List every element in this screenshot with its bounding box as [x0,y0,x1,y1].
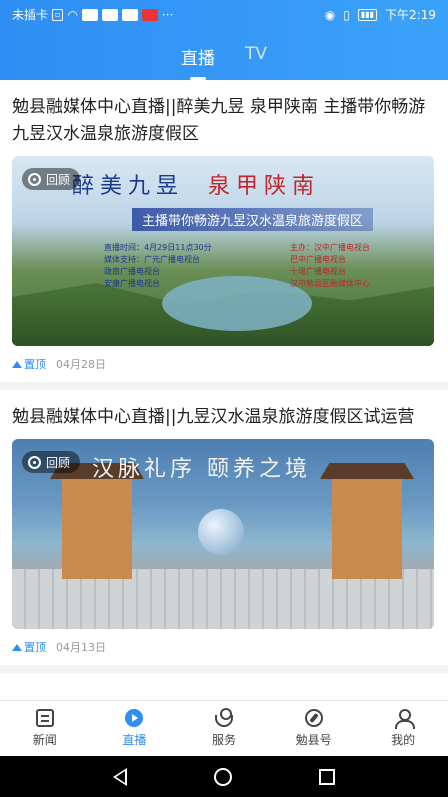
nav-live[interactable]: 直播 [90,701,180,756]
replay-badge: 回顾 [22,168,81,190]
app-notification-icon [101,8,118,21]
compass-icon [304,709,323,727]
info-line: 陇南广播电视台 [104,267,160,276]
replay-icon [28,172,41,186]
more-notifications-icon: ··· [161,7,174,22]
feed-card[interactable]: 勉县融媒体中心直播||醉美九昱 泉甲陕南 主播带你畅游九昱汉水温泉旅游度假区 醉… [0,80,448,390]
wifi-icon: ◠ [67,7,78,22]
card-thumbnail[interactable]: 醉美九昱 泉甲陕南 主播带你畅游九昱汉水温泉旅游度假区 直播时间：4月29日11点… [12,156,434,346]
nav-label: 服务 [211,733,236,747]
app-notification-icon [121,8,138,21]
battery-icon: ▮▮▮ [357,8,378,21]
nav-label: 勉县号 [295,733,332,747]
pinned-label: 置顶 [24,641,46,654]
info-line: 十堰广播电视台 [290,267,346,276]
tab-live[interactable]: 直播 [179,40,217,80]
user-icon [394,709,416,729]
carrier-text: 未插卡 [12,8,49,22]
nav-me[interactable]: 我的 [358,701,448,756]
feed-card[interactable]: 勉县融媒体中心直播||九昱汉水温泉旅游度假区试运营 汉脉礼序 颐养之境 回顾 置… [0,390,448,673]
pinned-tag: 置顶 [12,356,46,372]
clock-text: 下午2:19 [385,8,436,22]
eye-icon: ◉ [324,7,336,22]
nav-label: 新闻 [32,733,57,747]
info-line: 主办：汉中广播电视台 [290,243,370,252]
info-line: 媒体支持：广元广播电视台 [104,255,200,264]
status-left: 未插卡 ▫ ◠ ··· [12,6,173,23]
banner-info-right: 主办：汉中广播电视台 巴中广播电视台 十堰广播电视台 汉中勉县区融媒体中心 [290,242,370,290]
nav-county-accounts[interactable]: 勉县号 [269,701,359,756]
card-date: 04月13日 [56,641,106,654]
card-thumbnail[interactable]: 汉脉礼序 颐养之境 回顾 [12,439,434,629]
card-title[interactable]: 勉县融媒体中心直播||九昱汉水温泉旅游度假区试运营 [12,404,436,431]
vibrate-icon: ▯ [343,7,350,22]
pin-arrow-icon [12,360,22,368]
banner-headline: 醉美九昱 泉甲陕南 [72,168,320,200]
nav-service[interactable]: 服务 [179,701,269,756]
service-icon [214,708,233,727]
replay-label: 回顾 [46,455,71,470]
status-bar: 未插卡 ▫ ◠ ··· ◉ ▯ ▮▮▮ 下午2:19 [0,0,448,28]
gate-tower-right [332,479,402,579]
pin-arrow-icon [12,643,22,651]
nav-news[interactable]: 新闻 [0,701,90,756]
banner-subtitle: 主播带你畅游九昱汉水温泉旅游度假区 [132,208,374,231]
pinned-tag: 置顶 [12,639,46,655]
system-nav-bar [0,756,448,797]
live-icon [125,709,144,727]
banner-headline-right: 泉甲陕南 [208,174,321,199]
banner-headline: 汉脉礼序 颐养之境 [92,457,311,482]
glass-sphere [198,509,244,555]
recent-apps-icon[interactable] [318,768,335,785]
sim-icon: ▫ [52,8,64,21]
app-header: 未插卡 ▫ ◠ ··· ◉ ▯ ▮▮▮ 下午2:19 直播 TV [0,0,448,80]
card-meta: 置顶 04月13日 [12,639,436,655]
tab-tv[interactable]: TV [243,40,269,76]
top-tabs: 直播 TV [0,40,448,80]
banner-info-left: 直播时间：4月29日11点30分 媒体支持：广元广播电视台 陇南广播电视台 安康… [104,242,212,290]
news-icon [35,709,54,727]
nav-label: 直播 [122,733,147,747]
banner-headline-left: 醉美九昱 [72,174,185,199]
pinned-label: 置顶 [24,358,46,371]
app-notification-icon [141,8,158,21]
live-feed: 勉县融媒体中心直播||醉美九昱 泉甲陕南 主播带你畅游九昱汉水温泉旅游度假区 醉… [0,80,448,700]
card-date: 04月28日 [56,358,106,371]
back-icon[interactable] [113,767,128,786]
gate-tower-left [62,479,132,579]
replay-badge: 回顾 [22,451,81,473]
status-right: ◉ ▯ ▮▮▮ 下午2:19 [325,6,436,23]
home-icon[interactable] [213,767,232,786]
info-line: 直播时间：4月29日11点30分 [104,243,212,252]
replay-label: 回顾 [46,172,71,187]
nav-label: 我的 [391,733,416,747]
card-title[interactable]: 勉县融媒体中心直播||醉美九昱 泉甲陕南 主播带你畅游九昱汉水温泉旅游度假区 [12,94,436,148]
app-notification-icon [81,8,98,21]
bottom-nav: 新闻 直播 服务 勉县号 我的 [0,700,448,756]
card-meta: 置顶 04月28日 [12,356,436,372]
info-line: 巴中广播电视台 [290,255,346,264]
info-line: 安康广播电视台 [104,279,160,288]
replay-icon [28,455,41,469]
info-line: 汉中勉县区融媒体中心 [290,279,370,288]
